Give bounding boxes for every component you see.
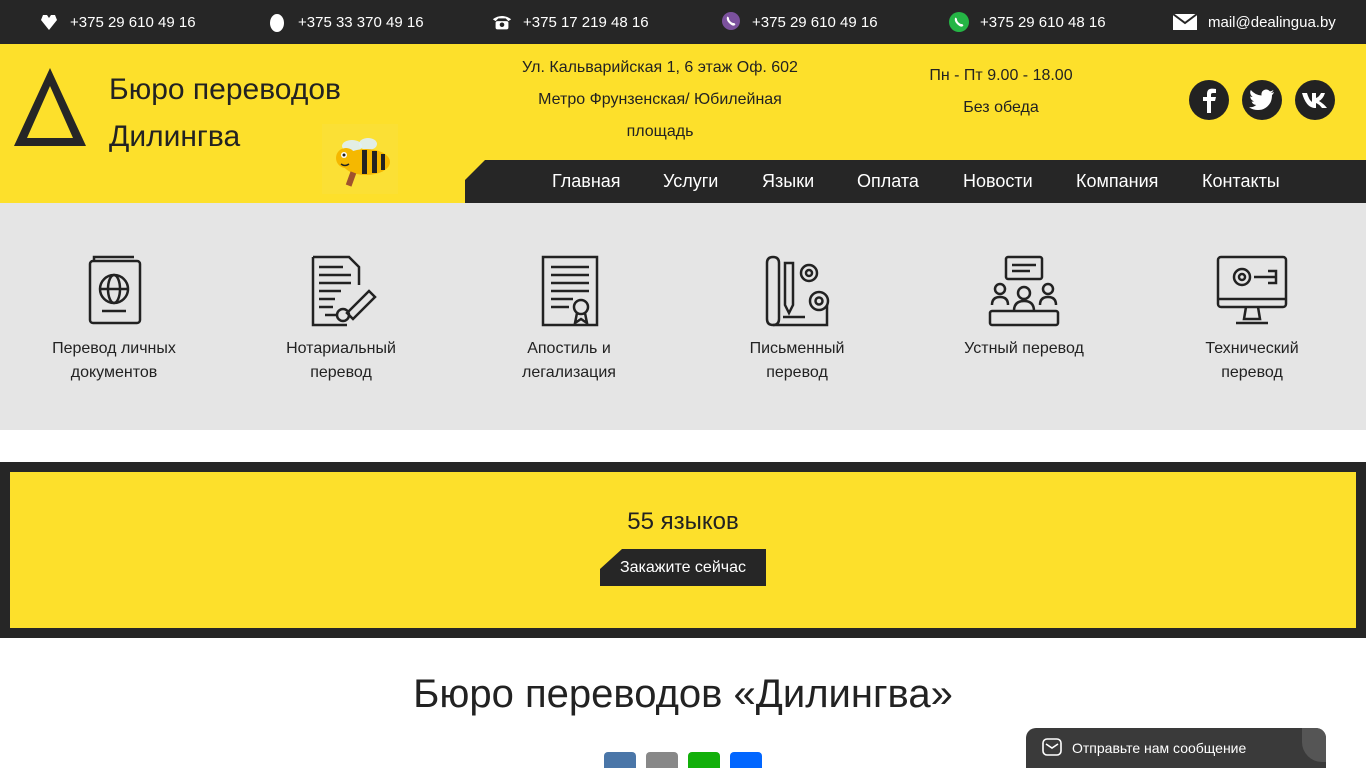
nav-item-services[interactable]: Услуги: [663, 160, 718, 203]
technical-monitor-icon: [1216, 255, 1288, 327]
twitter-icon[interactable]: [1242, 80, 1282, 120]
logo-delta-icon[interactable]: [12, 66, 88, 148]
contact-text: +375 17 219 48 16: [523, 13, 649, 31]
service-label-line1: Апостиль и: [527, 340, 611, 357]
address-line3: площадь: [626, 123, 694, 140]
service-label-line2: перевод: [310, 364, 372, 381]
contact-text: +375 29 610 48 16: [980, 13, 1106, 31]
site-header: Бюро переводов Дилингва Ул. Кальварийска…: [0, 44, 1366, 203]
service-label-line2: легализация: [522, 364, 616, 381]
nav-item-contacts[interactable]: Контакты: [1202, 160, 1280, 203]
services-strip: Перевод личных документов Нотариальный п…: [0, 203, 1366, 430]
contact-life[interactable]: +375 33 370 49 16: [266, 0, 424, 44]
service-label-line1: Технический: [1205, 340, 1299, 357]
brand-line1: Бюро переводов: [109, 73, 341, 106]
service-personal-documents[interactable]: Перевод личных документов: [24, 255, 204, 385]
hours-line1: Пн - Пт 9.00 - 18.00: [929, 67, 1073, 84]
banner-panel: 55 языков Закажите сейчас: [10, 472, 1356, 628]
service-written[interactable]: Письменный перевод: [707, 255, 887, 385]
order-now-label: Закажите сейчас: [619, 558, 746, 576]
nav-item-news[interactable]: Новости: [963, 160, 1033, 203]
vk-share-icon[interactable]: [604, 752, 636, 768]
contact-text: +375 33 370 49 16: [298, 13, 424, 31]
hours-line2: Без обеда: [963, 99, 1039, 116]
service-technical[interactable]: Технический перевод: [1162, 255, 1342, 385]
whatsapp-share-icon[interactable]: [688, 752, 720, 768]
brand-name[interactable]: Бюро переводов Дилингва: [109, 66, 341, 160]
contact-text: +375 29 610 49 16: [752, 13, 878, 31]
office-address: Ул. Кальварийская 1, 6 этаж Оф. 602 Метр…: [510, 52, 810, 148]
nav-item-company[interactable]: Компания: [1076, 160, 1158, 203]
contact-text: mail@dealingua.by: [1208, 13, 1336, 31]
nav-item-payment[interactable]: Оплата: [857, 160, 919, 203]
facebook-icon[interactable]: [1189, 80, 1229, 120]
button-corner: [600, 549, 622, 569]
share-icon[interactable]: [730, 752, 762, 768]
vk-icon[interactable]: [1295, 80, 1335, 120]
service-apostille[interactable]: Апостиль и легализация: [479, 255, 659, 385]
mts-icon: [38, 11, 60, 33]
top-contact-bar: +375 29 610 49 16 +375 33 370 49 16 +375…: [0, 0, 1366, 44]
service-label-line2: перевод: [1221, 364, 1283, 381]
interpreting-icon: [988, 255, 1060, 327]
whatsapp-icon: [948, 11, 970, 33]
contact-email[interactable]: mail@dealingua.by: [1172, 0, 1336, 44]
contact-text: +375 29 610 49 16: [70, 13, 196, 31]
service-label-line1: Письменный: [749, 340, 845, 357]
life-icon: [266, 11, 288, 33]
brand-line2: Дилингва: [109, 120, 241, 153]
contact-mts[interactable]: +375 29 610 49 16: [38, 0, 196, 44]
service-label-line2: документов: [70, 364, 158, 381]
notary-document-icon: [305, 255, 377, 327]
mail-icon: [1172, 11, 1198, 33]
service-label-line1: Перевод личных: [52, 340, 176, 357]
chat-corner: [1302, 728, 1326, 762]
address-line2: Метро Фрунзенская/ Юбилейная: [538, 91, 782, 108]
nav-item-languages[interactable]: Языки: [762, 160, 814, 203]
phone-icon: [491, 11, 513, 33]
service-notary[interactable]: Нотариальный перевод: [251, 255, 431, 385]
chat-widget[interactable]: Отправьте нам сообщение: [1026, 728, 1326, 768]
main-navigation: Главная Услуги Языки Оплата Новости Комп…: [465, 160, 1366, 203]
email-share-icon[interactable]: [646, 752, 678, 768]
service-interpreting[interactable]: Устный перевод: [934, 255, 1114, 361]
order-now-button[interactable]: Закажите сейчас: [600, 549, 766, 586]
bee-mascot-icon: [322, 124, 398, 194]
passport-icon: [78, 255, 150, 327]
working-hours: Пн - Пт 9.00 - 18.00 Без обеда: [900, 60, 1102, 124]
contact-viber[interactable]: +375 29 610 49 16: [720, 0, 878, 44]
contact-landline[interactable]: +375 17 219 48 16: [491, 0, 649, 44]
service-label-line1: Устный перевод: [964, 340, 1084, 357]
contact-whatsapp[interactable]: +375 29 610 48 16: [948, 0, 1106, 44]
written-translation-icon: [761, 255, 833, 327]
languages-banner: 55 языков Закажите сейчас: [0, 462, 1366, 638]
chat-label: Отправьте нам сообщение: [1072, 740, 1247, 756]
viber-icon: [720, 11, 742, 33]
banner-title: 55 языков: [627, 508, 739, 535]
certificate-icon: [533, 255, 605, 327]
service-label-line2: перевод: [766, 364, 828, 381]
page-title: Бюро переводов «Дилингва»: [413, 672, 953, 716]
nav-corner: [465, 160, 485, 180]
chat-message-icon: [1042, 737, 1062, 759]
address-line1: Ул. Кальварийская 1, 6 этаж Оф. 602: [522, 59, 798, 76]
service-label-line1: Нотариальный: [286, 340, 396, 357]
nav-item-home[interactable]: Главная: [552, 160, 621, 203]
